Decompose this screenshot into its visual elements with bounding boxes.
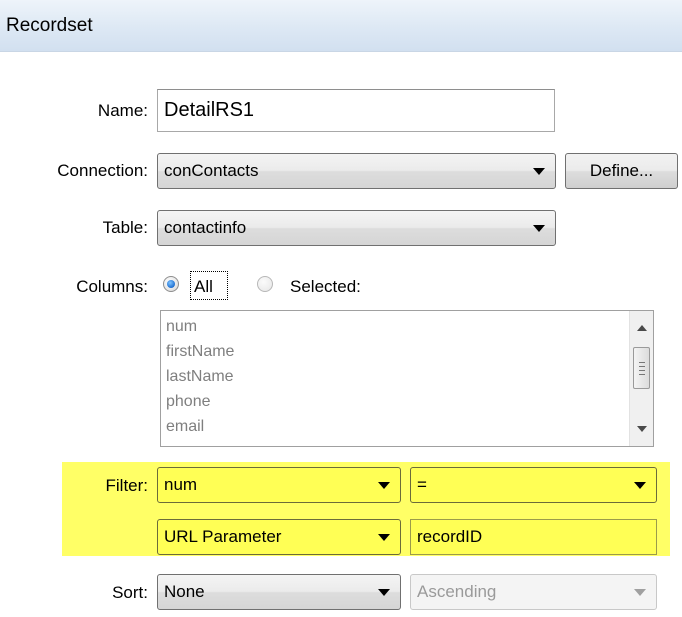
- filter-source-select[interactable]: URL Parameter: [157, 519, 401, 555]
- sort-column-value: None: [164, 582, 205, 601]
- table-select-value: contactinfo: [164, 218, 247, 237]
- chevron-down-icon: [634, 482, 646, 489]
- filter-column-select[interactable]: num: [157, 467, 401, 503]
- sort-column-select[interactable]: None: [157, 574, 401, 610]
- connection-select[interactable]: conContacts: [157, 153, 556, 189]
- filter-operator-value: =: [417, 475, 427, 494]
- chevron-down-icon: [533, 225, 545, 232]
- define-button[interactable]: Define...: [565, 153, 678, 189]
- scroll-down-icon[interactable]: [637, 426, 647, 432]
- filter-label: Filter:: [105, 476, 149, 495]
- chevron-down-icon: [378, 482, 390, 489]
- window-title: Recordset: [6, 15, 93, 36]
- connection-label: Connection:: [57, 161, 148, 180]
- scroll-thumb[interactable]: [633, 347, 650, 389]
- table-select[interactable]: contactinfo: [157, 210, 556, 246]
- list-item[interactable]: lastName: [166, 364, 234, 389]
- filter-value-input[interactable]: recordID: [410, 519, 657, 555]
- sort-order-value: Ascending: [417, 582, 497, 601]
- filter-source-value: URL Parameter: [164, 527, 282, 546]
- list-scrollbar[interactable]: [629, 311, 653, 446]
- columns-all-radio[interactable]: [163, 276, 179, 292]
- grip-line: [639, 362, 645, 363]
- columns-selected-radio[interactable]: [257, 276, 273, 292]
- chevron-down-icon: [533, 168, 545, 175]
- filter-operator-select[interactable]: =: [410, 467, 657, 503]
- chevron-down-icon: [378, 534, 390, 541]
- columns-selected-label[interactable]: Selected:: [290, 277, 361, 297]
- name-input[interactable]: DetailRS1: [157, 89, 555, 132]
- grip-line: [639, 370, 645, 371]
- table-label: Table:: [102, 218, 148, 237]
- grip-line: [639, 374, 645, 375]
- connection-select-value: conContacts: [164, 161, 259, 180]
- list-item[interactable]: email: [166, 414, 234, 439]
- scroll-up-icon[interactable]: [637, 325, 647, 331]
- chevron-down-icon: [634, 589, 646, 596]
- columns-label: Columns:: [76, 277, 148, 296]
- chevron-down-icon: [378, 589, 390, 596]
- columns-list: num firstName lastName phone email: [166, 314, 234, 439]
- list-item[interactable]: firstName: [166, 339, 234, 364]
- name-label: Name:: [97, 101, 148, 120]
- filter-column-value: num: [164, 475, 198, 494]
- columns-listbox[interactable]: num firstName lastName phone email: [160, 310, 654, 447]
- sort-order-select[interactable]: Ascending: [410, 574, 657, 610]
- grip-line: [639, 366, 645, 367]
- list-item[interactable]: phone: [166, 389, 234, 414]
- name-input-value: DetailRS1: [164, 99, 255, 121]
- title-bar: Recordset: [0, 0, 682, 52]
- filter-value-text: recordID: [417, 527, 483, 546]
- columns-all-label[interactable]: All: [194, 277, 213, 297]
- list-item[interactable]: num: [166, 314, 234, 339]
- sort-label: Sort:: [112, 583, 148, 602]
